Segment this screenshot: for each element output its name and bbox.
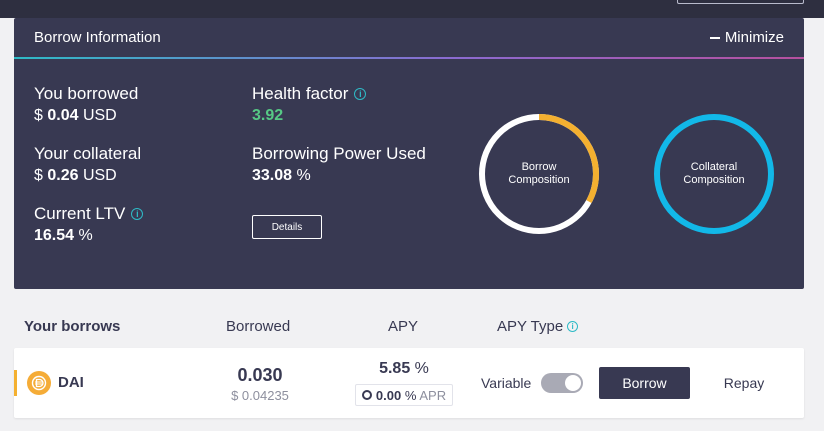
- apy-type-label: Variable: [481, 375, 532, 391]
- health-factor-stat: Health factor i 3.92: [252, 84, 367, 125]
- minimize-icon: [709, 36, 720, 39]
- borrowed-amount: 0.030: [237, 365, 283, 385]
- asset-name: DAI: [58, 374, 84, 391]
- apr-value: 0.00: [375, 387, 402, 403]
- health-factor-label: Health factor: [252, 84, 349, 103]
- borrow-button[interactable]: Borrow: [599, 367, 690, 399]
- apr-label: APR: [419, 387, 447, 403]
- top-bar: [0, 0, 824, 18]
- info-icon[interactable]: i: [567, 321, 579, 332]
- row-accent-bar: [14, 370, 17, 396]
- your-collateral-stat: Your collateral $ 0.26 USD: [34, 144, 141, 185]
- header-apy-type-label: APY Type: [497, 318, 564, 335]
- top-bar-button[interactable]: [677, 0, 804, 4]
- current-ltv-value: 16.54 %: [34, 227, 93, 244]
- info-icon[interactable]: i: [354, 88, 367, 100]
- your-collateral-label: Your collateral: [34, 144, 142, 163]
- current-ltv-label: Current LTV: [34, 204, 126, 223]
- borrowing-power-value: 33.08 %: [252, 167, 311, 184]
- collateral-composition-label: Collateral Composition: [683, 161, 745, 186]
- details-button[interactable]: Details: [252, 215, 322, 239]
- health-factor-label-row: Health factor i: [252, 84, 367, 104]
- your-collateral-value: $ 0.26 USD: [34, 167, 117, 184]
- apr-badge: 0.00 % APR: [355, 384, 453, 406]
- you-borrowed-value: $ 0.04 USD: [34, 107, 117, 124]
- apy-type-toggle[interactable]: [541, 373, 583, 393]
- dai-token-icon: [27, 371, 51, 395]
- borrow-composition-chart[interactable]: Borrow Composition: [477, 112, 601, 236]
- current-ltv-label-row: Current LTV i: [34, 204, 144, 224]
- collateral-composition-chart[interactable]: Collateral Composition: [652, 112, 776, 236]
- header-divider: [14, 57, 804, 59]
- you-borrowed-label: You borrowed: [34, 84, 139, 103]
- minimize-button[interactable]: Minimize: [709, 29, 784, 46]
- info-icon[interactable]: i: [131, 208, 144, 220]
- you-borrowed-stat: You borrowed $ 0.04 USD: [34, 84, 138, 125]
- panel-header: Borrow Information Minimize: [14, 18, 804, 59]
- apy-value: 5.85 %: [379, 360, 429, 377]
- borrow-composition-label: Borrow Composition: [508, 161, 570, 186]
- panel-title: Borrow Information: [34, 29, 161, 46]
- current-ltv-stat: Current LTV i 16.54 %: [34, 204, 144, 245]
- borrowing-power-stat: Borrowing Power Used 33.08 %: [252, 144, 426, 185]
- header-apy: APY: [388, 318, 419, 335]
- health-factor-value: 3.92: [252, 107, 284, 124]
- header-apy-type: APY Type i: [497, 318, 579, 335]
- toggle-knob: [565, 375, 581, 391]
- minimize-label: Minimize: [724, 29, 784, 46]
- borrowed-usd: $ 0.04235: [231, 388, 289, 403]
- table-row[interactable]: DAI 0.030 $ 0.04235 5.85 % 0.00 % APR Va…: [14, 348, 804, 418]
- borrowing-power-label: Borrowing Power Used: [252, 144, 426, 163]
- repay-button[interactable]: Repay: [704, 367, 784, 399]
- apr-incentive-icon: [361, 390, 372, 400]
- header-borrowed: Borrowed: [226, 318, 291, 335]
- borrow-information-panel: Borrow Information Minimize You borrowed…: [14, 18, 804, 289]
- header-your-borrows: Your borrows: [24, 318, 121, 335]
